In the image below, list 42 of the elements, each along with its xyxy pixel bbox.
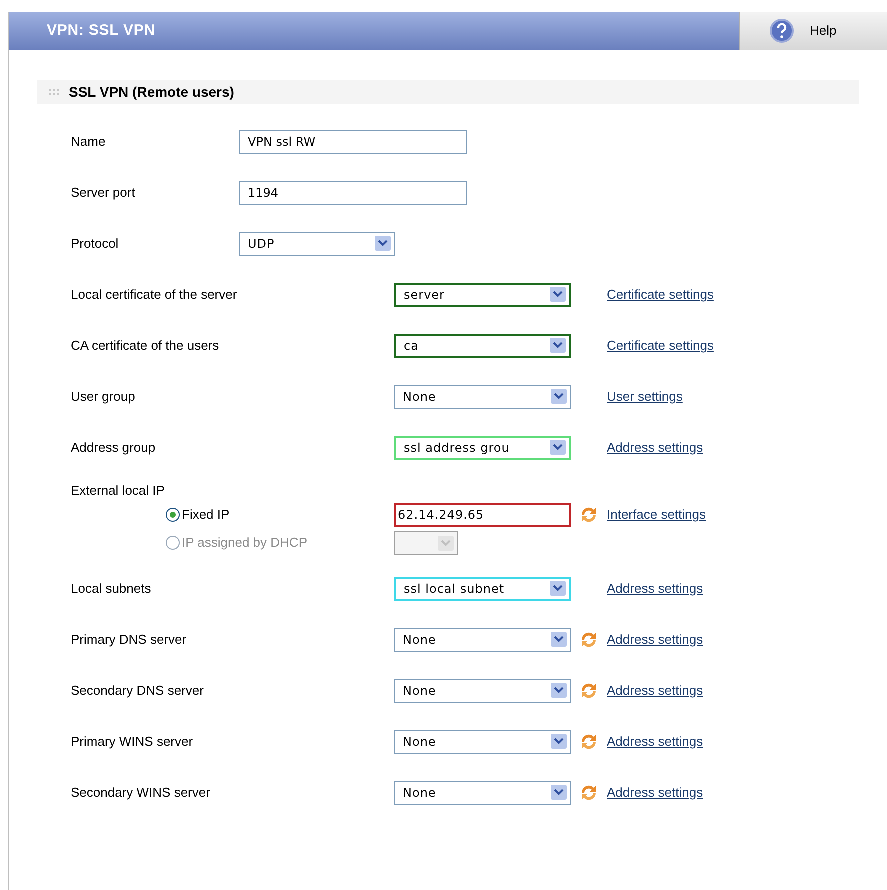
- field-label: Local subnets: [71, 580, 152, 596]
- dropdown[interactable]: ssl local subnet: [394, 576, 571, 600]
- text-field[interactable]: 1194: [239, 180, 467, 204]
- field-label: Primary WINS server: [71, 734, 194, 748]
- settings-link[interactable]: User settings: [607, 386, 683, 406]
- dropdown[interactable]: ssl address grou: [394, 436, 571, 460]
- field-label: Primary DNS server: [71, 632, 187, 646]
- page-title: VPN: SSL VPN: [47, 20, 156, 41]
- help-button[interactable]: Help: [739, 12, 887, 50]
- settings-link[interactable]: Address settings: [607, 732, 704, 752]
- dropdown[interactable]: None: [394, 384, 571, 408]
- field-label: Protocol: [71, 236, 119, 250]
- settings-link[interactable]: Certificate settings: [607, 284, 714, 304]
- text-field[interactable]: VPN ssl RW: [239, 130, 467, 154]
- field-label: External local IP: [71, 482, 165, 500]
- field-label: Name: [71, 134, 106, 148]
- field-label: Local certificate of the server: [71, 286, 238, 302]
- dropdown[interactable]: None: [394, 628, 571, 652]
- field-label: Secondary WINS server: [71, 784, 210, 800]
- field-label: User group: [71, 388, 136, 404]
- dropdown[interactable]: None: [394, 780, 571, 804]
- settings-link[interactable]: Address settings: [607, 578, 704, 598]
- settings-link[interactable]: Certificate settings: [607, 336, 714, 356]
- field-label: Server port: [71, 184, 136, 200]
- settings-link[interactable]: Address settings: [607, 630, 704, 650]
- help-icon: [770, 19, 794, 43]
- settings-link[interactable]: Interface settings: [607, 505, 706, 525]
- dropdown[interactable]: ca: [394, 334, 571, 358]
- dropdown[interactable]: None: [394, 678, 571, 702]
- dropdown[interactable]: None: [394, 730, 571, 754]
- ip-address-field[interactable]: 62.14.249.65: [394, 503, 571, 527]
- field-label: Address group: [71, 440, 156, 454]
- settings-link[interactable]: Address settings: [607, 438, 704, 458]
- dropdown[interactable]: UDP: [239, 232, 395, 256]
- field-label: Secondary DNS server: [71, 682, 204, 698]
- settings-link[interactable]: Address settings: [607, 782, 704, 802]
- grip-icon: [49, 89, 59, 95]
- settings-link[interactable]: Address settings: [607, 680, 704, 700]
- field-label: CA certificate of the users: [71, 338, 220, 352]
- radio-option[interactable]: Fixed IP: [71, 505, 394, 525]
- dropdown[interactable]: server: [394, 282, 571, 306]
- section-title: SSL VPN (Remote users): [69, 82, 234, 102]
